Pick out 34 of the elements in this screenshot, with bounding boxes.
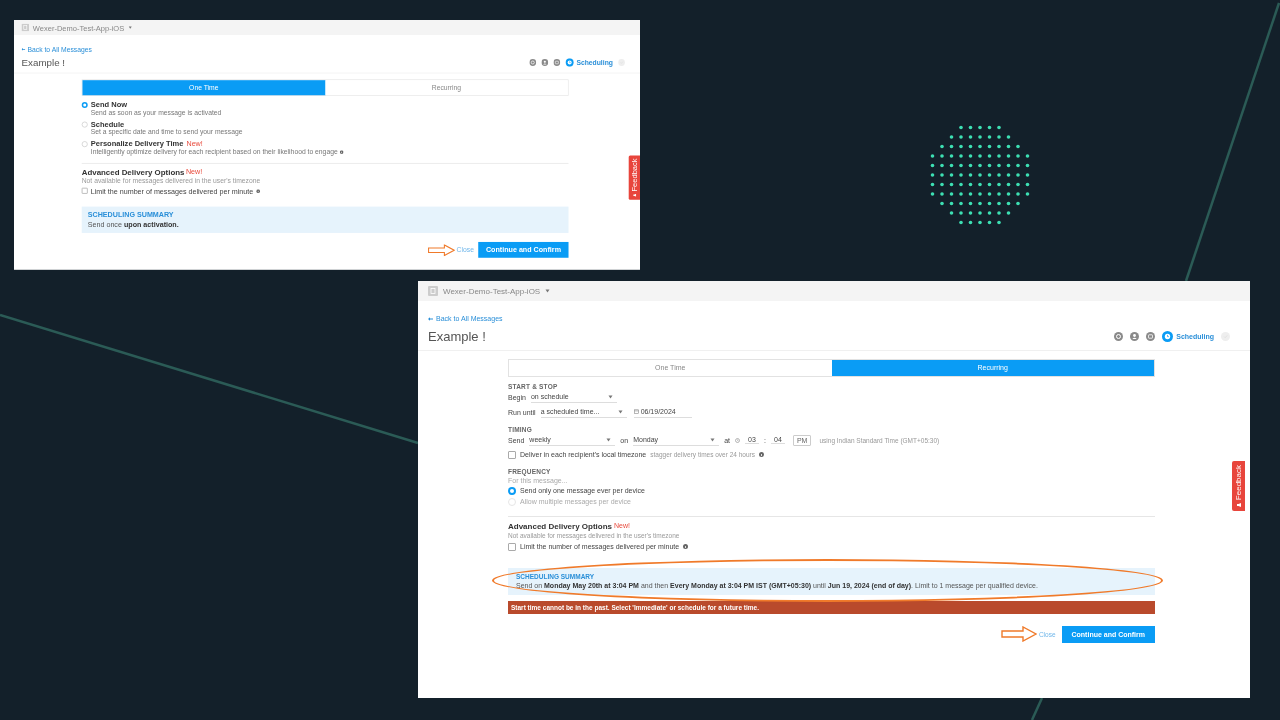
clock-icon <box>735 437 740 443</box>
message-icon[interactable] <box>1146 331 1156 341</box>
gear-icon[interactable] <box>1114 331 1124 341</box>
caret-icon <box>128 26 132 30</box>
page-title: Example ! <box>428 328 486 344</box>
arrow-left-icon <box>21 47 26 51</box>
radio-button[interactable] <box>508 486 516 495</box>
message-icon[interactable] <box>553 59 561 66</box>
app-name[interactable]: Wexer-Demo-Test-App-iOS <box>443 286 541 296</box>
caret-icon <box>545 289 551 293</box>
megaphone-icon <box>632 193 636 197</box>
page-title: Example ! <box>21 56 65 69</box>
feedback-tab[interactable]: Feedback <box>1232 461 1245 512</box>
radio-button[interactable] <box>81 101 88 108</box>
person-icon[interactable] <box>541 59 549 66</box>
caret-icon <box>617 409 623 414</box>
person-icon[interactable] <box>1130 331 1140 341</box>
clock-icon[interactable] <box>565 58 575 67</box>
gear-icon[interactable] <box>529 59 537 66</box>
checkbox[interactable] <box>81 187 88 194</box>
caret-icon <box>710 437 716 442</box>
megaphone-icon <box>1236 503 1241 508</box>
radio-button[interactable] <box>81 121 88 128</box>
app-icon <box>428 286 438 296</box>
app-icon <box>21 23 30 32</box>
radio-button[interactable] <box>81 140 88 147</box>
section-heading: Advanced Delivery Options <box>508 521 613 531</box>
arrow-left-icon <box>428 316 433 321</box>
caret-icon <box>606 437 612 442</box>
checkbox[interactable] <box>508 450 516 459</box>
clock-icon[interactable] <box>1162 330 1174 342</box>
caret-icon <box>607 394 613 399</box>
checkbox[interactable] <box>508 542 516 551</box>
calendar-icon <box>633 409 639 414</box>
